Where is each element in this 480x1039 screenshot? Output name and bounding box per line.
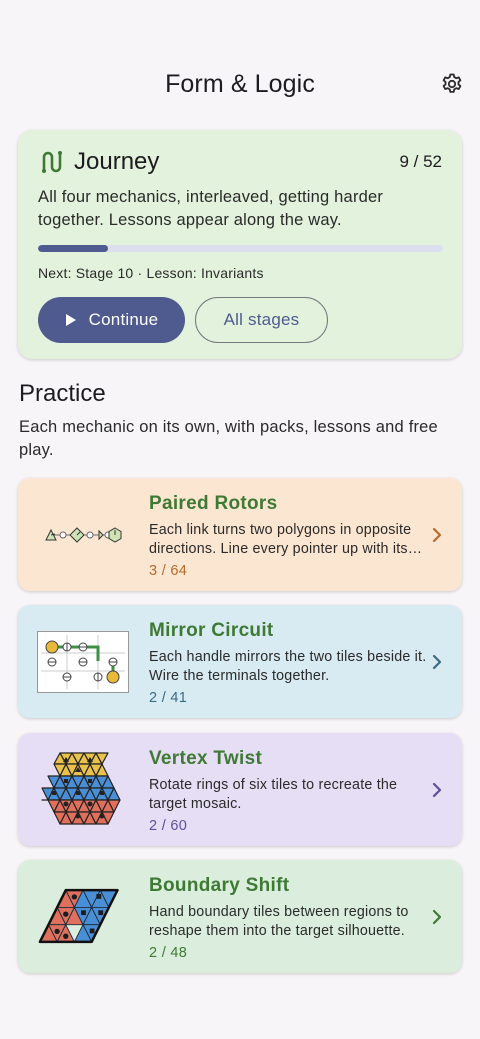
continue-button[interactable]: Continue xyxy=(38,297,185,343)
mechanic-progress: 2 / 60 xyxy=(149,817,188,834)
mechanic-progress: 2 / 48 xyxy=(149,944,188,961)
mirror-circuit-thumbnail xyxy=(37,630,129,694)
journey-count: 9 / 52 xyxy=(399,152,442,171)
mechanic-name: Paired Rotors xyxy=(149,492,278,514)
journey-card[interactable]: Journey 9 / 52 All four mechanics, inter… xyxy=(18,130,462,359)
app-title: Form & Logic xyxy=(165,69,315,98)
all-stages-label: All stages xyxy=(223,310,300,329)
settings-button[interactable] xyxy=(438,70,466,98)
chevron-right-icon xyxy=(432,527,441,542)
journey-title: Journey xyxy=(74,148,160,175)
mechanic-progress: 2 / 41 xyxy=(149,689,188,706)
practice-description: Each mechanic on its own, with packs, le… xyxy=(19,418,438,459)
journey-progress-bar xyxy=(38,245,443,252)
journey-description: All four mechanics, interleaved, getting… xyxy=(38,188,384,229)
practice-title: Practice xyxy=(19,380,106,407)
continue-label: Continue xyxy=(88,310,159,329)
mechanic-description: Rotate rings of six tiles to recreate th… xyxy=(149,776,398,812)
play-icon xyxy=(65,314,76,326)
paired-rotors-thumbnail xyxy=(37,503,129,567)
gear-icon xyxy=(442,73,462,93)
mechanic-description: Each link turns two polygons in opposite… xyxy=(149,521,412,557)
mechanic-card-boundary-shift[interactable]: Boundary Shift Hand boundary tiles betwe… xyxy=(18,860,462,973)
journey-progress-fill xyxy=(38,245,109,252)
vertex-twist-thumbnail xyxy=(37,751,129,825)
all-stages-button[interactable]: All stages xyxy=(195,297,328,343)
mechanic-description: Hand boundary tiles between regions to r… xyxy=(149,903,409,939)
chevron-right-icon xyxy=(432,909,441,924)
mechanic-progress: 3 / 64 xyxy=(149,562,188,579)
boundary-shift-thumbnail xyxy=(37,885,129,949)
route-icon xyxy=(42,151,62,173)
chevron-right-icon xyxy=(432,654,441,669)
mechanic-card-vertex-twist[interactable]: Vertex Twist Rotate rings of six tiles t… xyxy=(18,733,462,846)
journey-next-stage: Next: Stage 10 · Lesson: Invariants xyxy=(38,265,264,281)
app-bar: Form & Logic xyxy=(0,60,480,108)
mechanic-name: Vertex Twist xyxy=(149,747,263,769)
mechanic-card-mirror-circuit[interactable]: Mirror Circuit Each handle mirrors the t… xyxy=(18,605,462,718)
mechanic-card-paired-rotors[interactable]: Paired Rotors Each link turns two polygo… xyxy=(18,478,462,591)
mechanic-name: Boundary Shift xyxy=(149,874,290,896)
mechanic-name: Mirror Circuit xyxy=(149,619,274,641)
chevron-right-icon xyxy=(432,782,441,797)
mechanic-description: Each handle mirrors the two tiles beside… xyxy=(149,648,427,684)
